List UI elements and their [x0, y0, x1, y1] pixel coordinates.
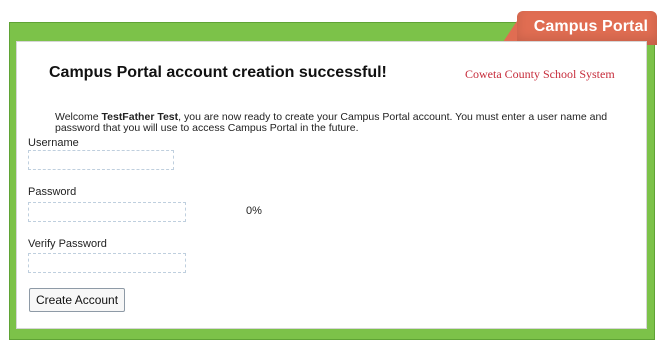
password-strength: 0% [246, 205, 262, 217]
password-label: Password [28, 186, 77, 198]
verify-password-label: Verify Password [28, 238, 107, 250]
page-title: Campus Portal account creation successfu… [49, 64, 387, 81]
welcome-message: Welcome TestFather Test, you are now rea… [55, 112, 631, 134]
username-input[interactable] [28, 150, 174, 170]
password-input[interactable] [28, 202, 186, 222]
create-account-button[interactable]: Create Account [29, 288, 126, 312]
page-frame: Campus Portal Campus Portal account crea… [0, 0, 661, 350]
verify-password-input[interactable] [28, 253, 186, 273]
brand-title: Campus Portal [533, 18, 648, 35]
username-label: Username [28, 137, 79, 149]
content-panel [16, 41, 647, 329]
district-name: Coweta County School System [465, 67, 615, 81]
